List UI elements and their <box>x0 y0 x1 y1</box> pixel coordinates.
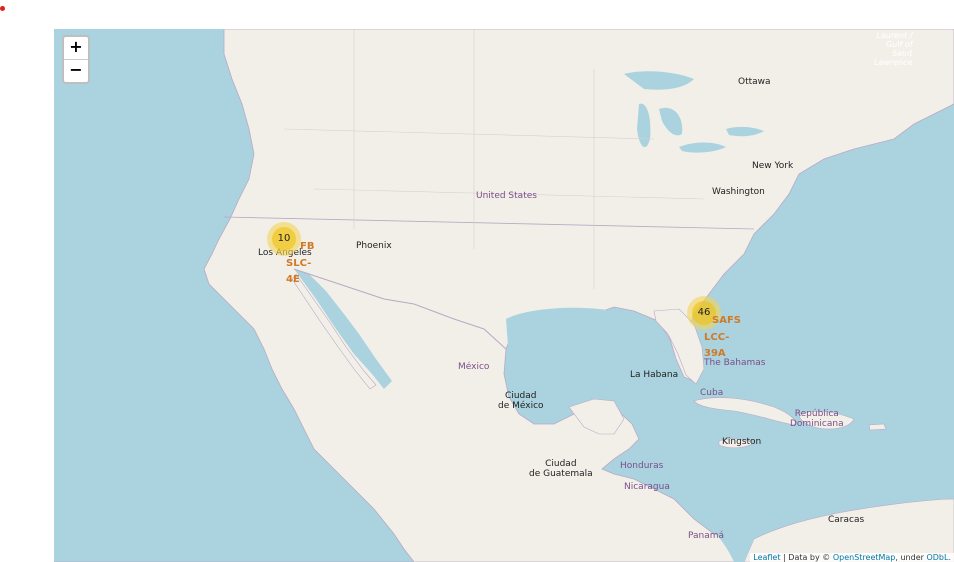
gulf-label: Laurent / Gulf of Saint Lawrence <box>874 31 913 67</box>
city-label-ottawa: Ottawa <box>738 77 771 87</box>
zoom-in-button[interactable]: + <box>64 37 88 60</box>
cluster-count: 10 <box>272 227 296 251</box>
marker-cluster-west[interactable]: 10 <box>267 222 301 256</box>
marker-label[interactable]: LCC- <box>704 332 729 343</box>
city-label-new-york: New York <box>752 161 794 171</box>
attribution: Leaflet | Data by © OpenStreetMap, under… <box>750 553 954 562</box>
odbl-link[interactable]: ODbL. <box>926 553 951 562</box>
zoom-control: + − <box>62 35 90 84</box>
country-label-panama: Panamá <box>688 531 725 541</box>
city-label-line: Ciudad <box>505 391 537 401</box>
map-view[interactable]: + − Laurent / Gulf of Saint Lawrence Ott… <box>54 29 954 562</box>
city-label-ciudad-de-mexico: Ciudad de México <box>498 391 544 411</box>
country-label-cuba: Cuba <box>700 388 724 398</box>
marker-label[interactable]: SAFS <box>712 315 741 326</box>
city-label-phoenix: Phoenix <box>356 241 392 251</box>
city-label-ciudad-de-guatemala: Ciudad de Guatemala <box>529 459 593 479</box>
attribution-text: | Data by © <box>780 553 833 562</box>
city-label-line: de México <box>498 401 544 411</box>
country-label-bahamas: The Bahamas <box>704 358 766 368</box>
marker-label[interactable]: FB <box>300 241 314 252</box>
city-label-caracas: Caracas <box>828 515 865 525</box>
city-label-line: Ciudad <box>545 459 577 469</box>
country-label-nicaragua: Nicaragua <box>624 482 670 492</box>
gulf-label-line: Saint <box>892 49 913 58</box>
country-label-united-states: United States <box>476 191 537 201</box>
osm-link[interactable]: OpenStreetMap <box>833 553 896 562</box>
marker-label[interactable]: 4E <box>286 274 300 285</box>
basemap <box>54 29 954 562</box>
marker-label[interactable]: 39A <box>704 348 726 359</box>
city-label-line: de Guatemala <box>529 469 593 479</box>
leaflet-link[interactable]: Leaflet <box>753 553 780 562</box>
country-label-line: Dominicana <box>790 419 844 429</box>
marker-label[interactable]: SLC- <box>286 258 311 269</box>
gulf-label-line: Laurent / <box>876 31 913 40</box>
city-label-washington: Washington <box>712 187 765 197</box>
attribution-text: , under <box>895 553 927 562</box>
country-label-line: República <box>794 409 839 419</box>
status-dot <box>0 6 5 11</box>
city-label-la-habana: La Habana <box>630 370 679 380</box>
zoom-out-button[interactable]: − <box>64 60 88 82</box>
gulf-label-line: Lawrence <box>874 58 913 67</box>
country-label-mexico: México <box>458 362 490 372</box>
country-label-honduras: Honduras <box>620 461 664 471</box>
gulf-label-line: Gulf of <box>885 40 913 49</box>
country-label-republica-dominicana: República Dominicana <box>790 409 844 429</box>
city-label-kingston: Kingston <box>722 437 762 447</box>
